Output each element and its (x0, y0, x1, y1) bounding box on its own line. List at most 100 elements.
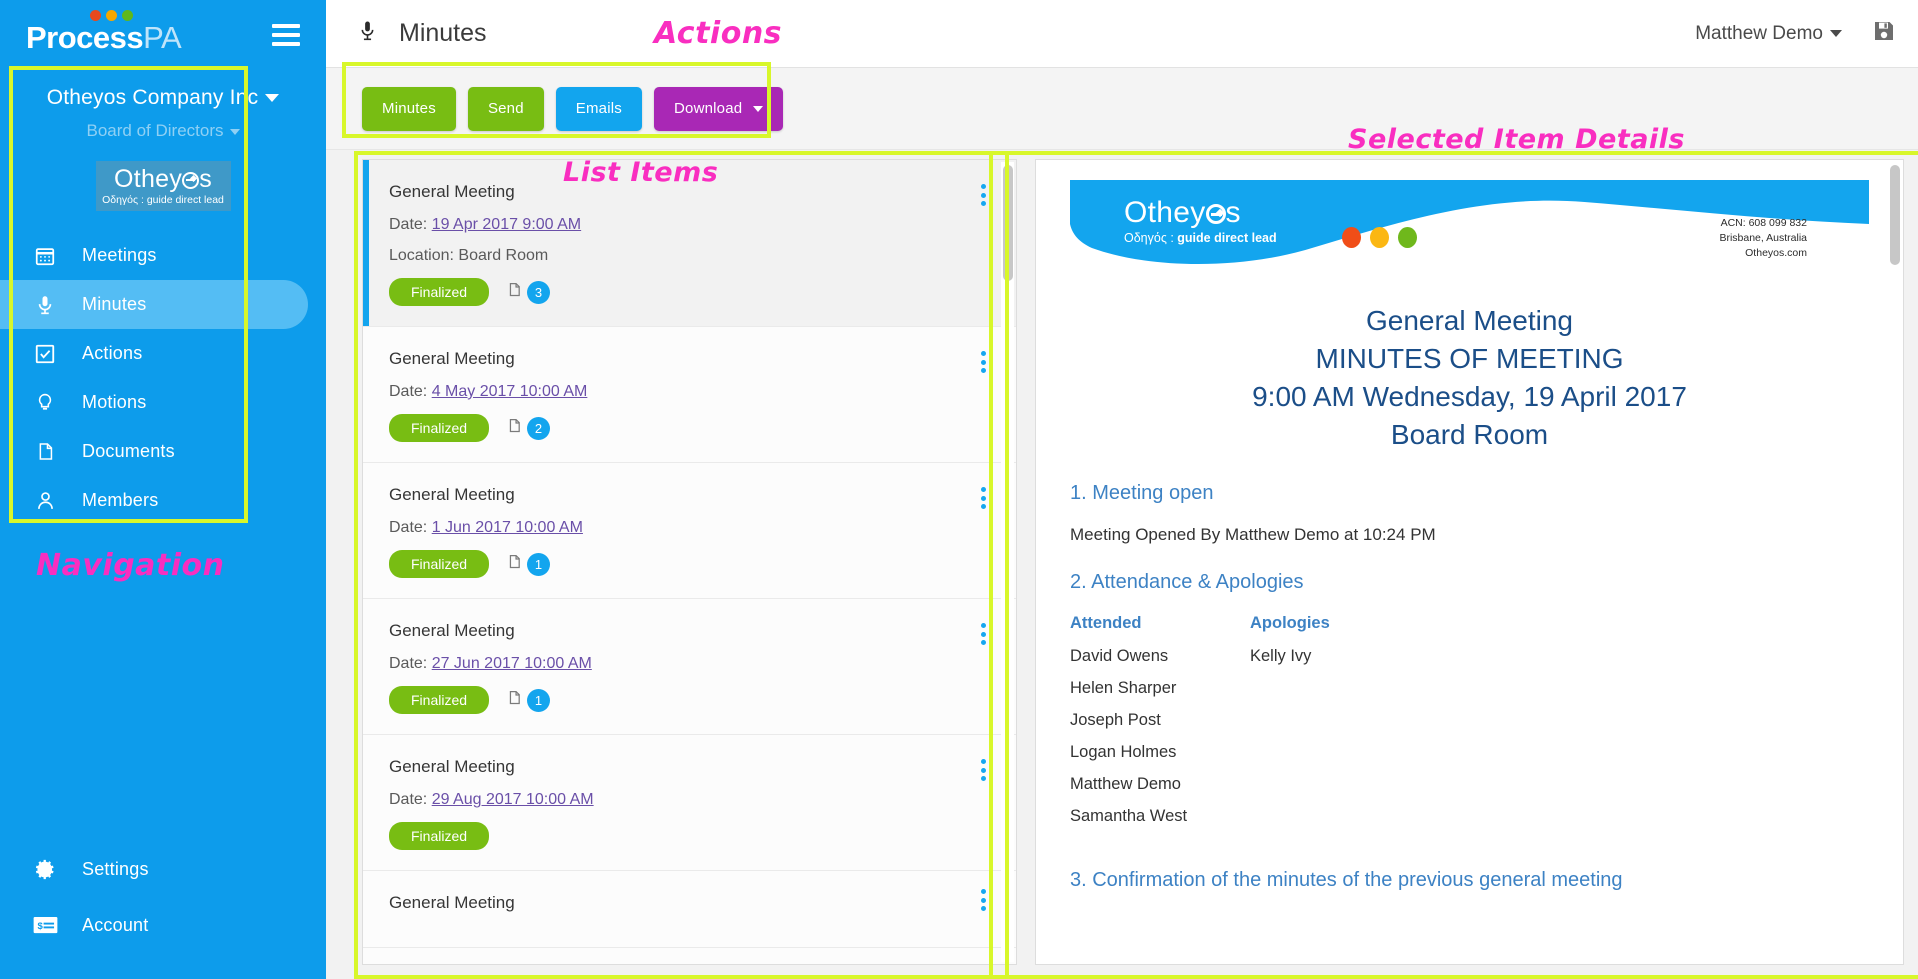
main-area: Minutes Matthew Demo Minutes Send Emails… (326, 0, 1918, 979)
sidebar-item-members[interactable]: Members (0, 476, 326, 525)
sidebar-item-minutes[interactable]: Minutes (0, 280, 308, 329)
tagline-en: guide direct lead (1177, 231, 1277, 245)
company-acn: ACN: 608 099 832 (1720, 217, 1807, 229)
send-button[interactable]: Send (467, 86, 544, 131)
section-body-1: Meeting Opened By Matthew Demo at 10:24 … (1070, 525, 1436, 545)
processpa-logo[interactable]: ProcessPA (26, 10, 216, 53)
document-icon (507, 416, 522, 440)
list-item-date-link[interactable]: 1 Jun 2017 10:00 AM (432, 519, 583, 536)
list-item[interactable]: General Meeting (363, 871, 1016, 948)
list-item-menu-icon[interactable] (981, 487, 986, 509)
tagline-greek: Οδηγός : (102, 194, 147, 206)
detail-scrollbar[interactable] (1888, 162, 1901, 962)
list-item-location-row: Location: Board Room (389, 247, 990, 265)
document-title-line: 9:00 AM Wednesday, 19 April 2017 (1252, 381, 1687, 413)
list-item-menu-icon[interactable] (981, 351, 986, 373)
document-title-line: MINUTES OF MEETING (1315, 343, 1624, 375)
list-item-date-link[interactable]: 19 Apr 2017 9:00 AM (432, 216, 581, 233)
attendee-name: David Owens (1070, 647, 1169, 666)
otheyos-pre: Othey (1124, 196, 1206, 229)
list-item-footer: Finalized 2 (389, 414, 990, 442)
list-scrollbar[interactable] (1001, 162, 1014, 962)
status-badge: Finalized (389, 686, 490, 714)
team-name-label: Board of Directors (86, 121, 224, 140)
otheyos-wordmark: Othey s (1124, 198, 1277, 228)
list-item[interactable]: General Meeting Date: 27 Jun 2017 10:00 … (363, 599, 1016, 735)
document-count-badge: 2 (527, 416, 551, 440)
user-name-label: Matthew Demo (1695, 22, 1823, 44)
list-item[interactable]: General Meeting Date: 29 Aug 2017 10:00 … (363, 735, 1016, 871)
attendee-name: Logan Holmes (1070, 743, 1177, 762)
letterhead: Othey s Οδηγός : guide direct lead ACN: 6… (1070, 180, 1869, 265)
user-menu[interactable]: Matthew Demo (1695, 23, 1842, 45)
minutes-button[interactable]: Minutes (362, 86, 456, 131)
document-count-badge: 1 (527, 552, 551, 576)
attended-header: Attended (1070, 614, 1142, 633)
list-item-menu-icon[interactable] (981, 889, 986, 911)
list-item-date-link[interactable]: 27 Jun 2017 10:00 AM (432, 655, 592, 672)
download-button[interactable]: Download (654, 86, 784, 131)
document-count[interactable]: 1 (507, 552, 551, 576)
chevron-down-icon (229, 128, 240, 135)
list-item[interactable]: General Meeting Date: 4 May 2017 10:00 A… (363, 327, 1016, 463)
detail-scrollbar-thumb[interactable] (1890, 165, 1900, 265)
list-item-title: General Meeting (389, 349, 515, 368)
sidebar-item-motions[interactable]: Motions (0, 378, 326, 427)
chevron-down-icon (753, 105, 764, 112)
team-selector[interactable]: Board of Directors (0, 121, 326, 141)
action-toolbar: Minutes Send Emails Download (326, 68, 1918, 150)
attended-column: Attended David Owens Helen Sharper Josep… (1070, 614, 1250, 839)
sidebar-item-meetings[interactable]: Meetings (0, 231, 326, 280)
chevron-down-icon (1830, 29, 1842, 37)
minutes-button-label: Minutes (382, 100, 436, 117)
list-item[interactable]: General Meeting Date: 1 Jun 2017 10:00 A… (363, 463, 1016, 599)
list-item-menu-icon[interactable] (981, 623, 986, 645)
otheyos-arrow-icon (1205, 204, 1226, 224)
emails-button-label: Emails (575, 100, 622, 117)
company-details: ACN: 608 099 832 Brisbane, Australia Oth… (1719, 216, 1807, 261)
team-logo-tagline: Οδηγός : guide direct lead (100, 194, 227, 206)
org-selector[interactable]: Otheyos Company Inc (0, 86, 326, 110)
sidebar-item-documents[interactable]: Documents (0, 427, 326, 476)
otheyos-post: s (1225, 196, 1241, 229)
topbar: Minutes Matthew Demo (326, 0, 1918, 68)
attendee-name: Joseph Post (1070, 711, 1161, 730)
team-logo-wordmark: Othey s (100, 167, 227, 192)
otheyos-tagline: Οδηγός : guide direct lead (1124, 231, 1277, 245)
sidebar-item-label: Documents (82, 441, 175, 461)
annotation-navigation: Navigation (36, 548, 225, 583)
hamburger-menu-icon[interactable] (272, 24, 300, 46)
apologies-header: Apologies (1250, 614, 1330, 633)
sidebar-item-actions[interactable]: Actions (0, 329, 326, 378)
list-item-location: Board Room (458, 247, 549, 264)
list-item-menu-icon[interactable] (981, 759, 986, 781)
list-item[interactable]: General Meeting Date: 19 Apr 2017 9:00 A… (363, 160, 1016, 327)
apology-name: Kelly Ivy (1250, 647, 1312, 666)
list-item-menu-icon[interactable] (981, 184, 986, 206)
emails-button[interactable]: Emails (555, 86, 642, 131)
document-count-badge: 3 (527, 280, 551, 304)
sidebar-nav: Meetings Minutes Actions Motions Documen… (0, 231, 326, 525)
brand-wordmark: ProcessPA (26, 22, 216, 53)
document-title-line: General Meeting (1365, 305, 1573, 336)
list-item-date-link[interactable]: 29 Aug 2017 10:00 AM (432, 791, 594, 808)
letterhead-dots-icon (1342, 227, 1417, 248)
send-button-label: Send (487, 100, 524, 117)
save-button[interactable] (1872, 19, 1896, 48)
person-icon (30, 489, 60, 512)
section-heading-1: 1. Meeting open (1070, 482, 1214, 505)
sidebar-item-settings[interactable]: Settings (0, 841, 326, 897)
document-count[interactable]: 3 (507, 280, 551, 304)
list-item-date-link[interactable]: 4 May 2017 10:00 AM (432, 383, 588, 400)
sidebar-item-account[interactable]: $ Account (0, 897, 326, 953)
document-count[interactable]: 1 (507, 688, 551, 712)
list-item-title: General Meeting (389, 485, 515, 504)
lightbulb-icon (30, 391, 60, 414)
document-count[interactable]: 2 (507, 416, 551, 440)
document-title-line: Board Room (1390, 419, 1549, 451)
list-item-title: General Meeting (389, 757, 515, 776)
list-scrollbar-thumb[interactable] (1003, 165, 1013, 281)
apologies-column: Apologies Kelly Ivy (1250, 614, 1430, 839)
org-block: Otheyos Company Inc Board of Directors O… (0, 70, 326, 211)
sidebar: ProcessPA Otheyos Company Inc Board of D… (0, 0, 326, 979)
